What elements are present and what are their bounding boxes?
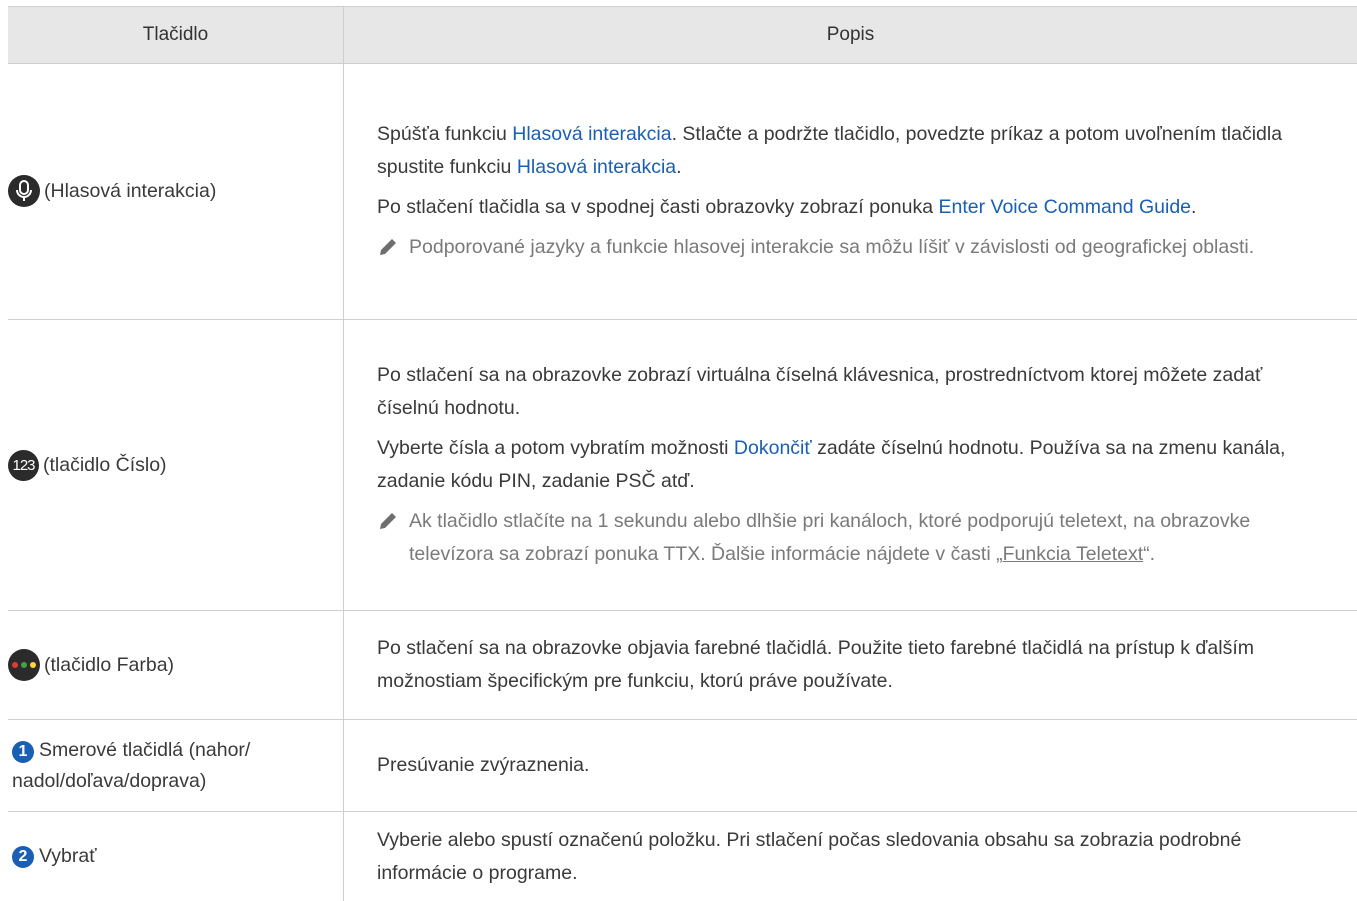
- header-button: Tlačidlo: [142, 24, 209, 45]
- badge-2: 2: [12, 845, 34, 868]
- voice-interaction-link[interactable]: Hlasová interakcia: [512, 123, 671, 145]
- table-row: 123 (tlačidlo Číslo): [8, 320, 343, 610]
- column-divider: [343, 6, 344, 901]
- table-row: 1 Smerové tlačidlá (nahor/ nadol/doľava/d…: [8, 720, 343, 811]
- directional-description: Presúvanie zvýraznenia.: [377, 754, 590, 776]
- table-row: (tlačidlo Farba): [8, 611, 343, 719]
- badge-1: 1: [12, 740, 34, 763]
- color-dots-icon: [8, 649, 40, 681]
- directional-button-label: Smerové tlačidlá (nahor/ nadol/doľava/do…: [12, 738, 251, 792]
- voice-command-guide-link[interactable]: Enter Voice Command Guide: [938, 196, 1191, 218]
- number-note: Ak tlačidlo stlačíte na 1 sekundu alebo …: [377, 505, 1327, 571]
- header-description: Popis: [826, 24, 875, 45]
- finish-link[interactable]: Dokončiť: [734, 437, 812, 459]
- number-description: Po stlačení sa na obrazovke zobrazí virt…: [377, 320, 1327, 610]
- voice-description: Spúšťa funkciu Hlasová interakcia. Stlač…: [377, 63, 1327, 319]
- pencil-icon: [380, 513, 396, 529]
- color-description: Po stlačení sa na obrazovke objavia fare…: [377, 637, 1254, 692]
- select-button-label: Vybrať: [39, 845, 97, 867]
- microphone-icon: [8, 175, 40, 207]
- table-header: Tlačidlo Popis: [8, 6, 1357, 64]
- voice-note: Podporované jazyky a funkcie hlasovej in…: [377, 231, 1327, 264]
- select-description: Vyberie alebo spustí označenú položku. P…: [377, 828, 1242, 884]
- color-button-label: (tlačidlo Farba): [44, 653, 175, 676]
- button-description-table: Tlačidlo Popis (Hlasová interakcia) Spúš…: [8, 6, 1357, 901]
- number-123-icon: 123: [8, 449, 39, 481]
- number-button-label: (tlačidlo Číslo): [43, 453, 167, 476]
- voice-interaction-link-2[interactable]: Hlasová interakcia: [517, 156, 676, 178]
- table-row: (Hlasová interakcia): [8, 63, 343, 319]
- pencil-icon: [380, 239, 396, 255]
- table-row: 2 Vybrať: [8, 812, 347, 901]
- voice-button-label: (Hlasová interakcia): [44, 179, 217, 202]
- teletext-link[interactable]: Funkcia Teletext: [1003, 543, 1144, 565]
